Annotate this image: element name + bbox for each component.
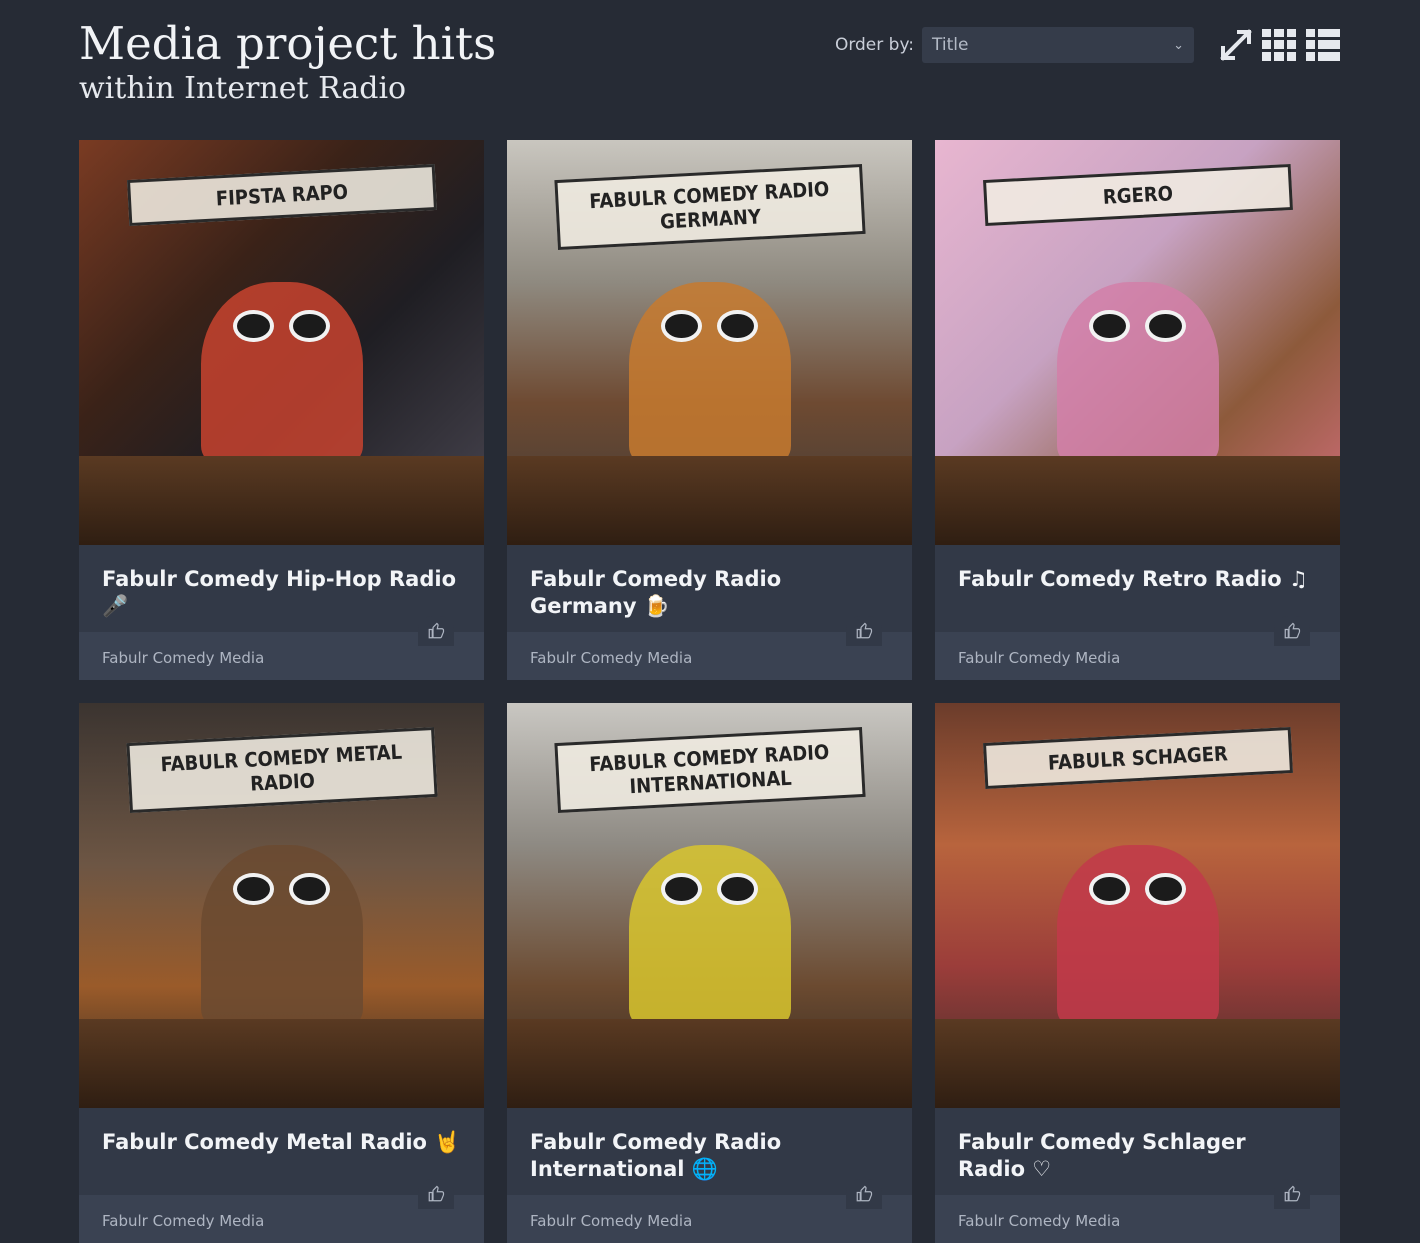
like-icon[interactable] [418, 616, 454, 646]
sunglasses-icon [660, 873, 759, 906]
thumbnail-figure [200, 281, 363, 464]
publisher-name[interactable]: Fabulr Comedy Media [102, 649, 264, 667]
project-title[interactable]: Fabulr Comedy Retro Radio ♫ [958, 566, 1318, 593]
project-title[interactable]: Fabulr Comedy Radio International 🌐 [530, 1129, 890, 1183]
desk [507, 455, 912, 545]
card-footer: Fabulr Comedy Media [507, 1179, 912, 1243]
desk [79, 455, 484, 545]
project-card[interactable]: FIPSTA RAPO Fabulr Comedy Hip-Hop Radio 🎤… [79, 140, 484, 680]
thumbnail-figure [1056, 281, 1219, 464]
order-by-label: Order by: [834, 35, 914, 55]
thumbnail-figure [628, 844, 791, 1027]
card-footer: Fabulr Comedy Media [507, 616, 912, 680]
order-by-select[interactable]: Title ⌄ [922, 27, 1194, 63]
like-icon[interactable] [1274, 616, 1310, 646]
thumbnail-figure [200, 844, 363, 1027]
project-card[interactable]: FABULR COMEDY RADIO GERMANY Fabulr Comedy… [507, 140, 912, 680]
sunglasses-icon [1088, 873, 1187, 906]
like-icon[interactable] [846, 616, 882, 646]
page-subtitle: within Internet Radio [79, 71, 407, 106]
project-thumbnail[interactable]: FABULR SCHAGER [935, 703, 1340, 1108]
list-view-icon[interactable] [1306, 29, 1340, 61]
grid-view-icon[interactable] [1262, 29, 1296, 61]
publisher-name[interactable]: Fabulr Comedy Media [958, 649, 1120, 667]
page-header: Media project hits within Internet Radio [79, 18, 496, 108]
project-thumbnail[interactable]: FIPSTA RAPO [79, 140, 484, 545]
thumbnail-banner: RGERO [982, 164, 1293, 227]
project-title[interactable]: Fabulr Comedy Radio Germany 🍺 [530, 566, 890, 620]
project-card[interactable]: FABULR COMEDY METAL RADIO Fabulr Comedy M… [79, 703, 484, 1243]
project-thumbnail[interactable]: RGERO [935, 140, 1340, 545]
project-thumbnail[interactable]: FABULR COMEDY RADIO GERMANY [507, 140, 912, 545]
sunglasses-icon [1088, 310, 1187, 343]
order-by-value: Title [932, 35, 969, 55]
project-title[interactable]: Fabulr Comedy Hip-Hop Radio 🎤 [102, 566, 462, 620]
thumbnail-banner: FABULR COMEDY METAL RADIO [125, 727, 438, 814]
project-card[interactable]: RGERO Fabulr Comedy Retro Radio ♫ Fabulr C… [935, 140, 1340, 680]
publisher-name[interactable]: Fabulr Comedy Media [102, 1212, 264, 1230]
project-thumbnail[interactable]: FABULR COMEDY RADIO INTERNATIONAL [507, 703, 912, 1108]
project-title[interactable]: Fabulr Comedy Metal Radio 🤘 [102, 1129, 462, 1156]
expand-icon[interactable] [1220, 29, 1252, 61]
page-title: Media project hits [79, 17, 497, 70]
toolbar: Order by: Title ⌄ [835, 27, 1340, 63]
thumbnail-figure [1056, 844, 1219, 1027]
desk [507, 1018, 912, 1108]
card-footer: Fabulr Comedy Media [79, 1179, 484, 1243]
card-footer: Fabulr Comedy Media [935, 1179, 1340, 1243]
desk [935, 1018, 1340, 1108]
card-footer: Fabulr Comedy Media [79, 616, 484, 680]
thumbnail-banner: FABULR SCHAGER [982, 727, 1293, 790]
publisher-name[interactable]: Fabulr Comedy Media [958, 1212, 1120, 1230]
thumbnail-figure [628, 281, 791, 464]
sunglasses-icon [232, 310, 331, 343]
card-footer: Fabulr Comedy Media [935, 616, 1340, 680]
sunglasses-icon [232, 873, 331, 906]
publisher-name[interactable]: Fabulr Comedy Media [530, 1212, 692, 1230]
thumbnail-banner: FIPSTA RAPO [126, 164, 437, 227]
project-thumbnail[interactable]: FABULR COMEDY METAL RADIO [79, 703, 484, 1108]
desk [935, 455, 1340, 545]
project-card[interactable]: FABULR COMEDY RADIO INTERNATIONAL Fabulr … [507, 703, 912, 1243]
sunglasses-icon [660, 310, 759, 343]
like-icon[interactable] [846, 1179, 882, 1209]
project-title[interactable]: Fabulr Comedy Schlager Radio ♡ [958, 1129, 1318, 1183]
project-card[interactable]: FABULR SCHAGER Fabulr Comedy Schlager Rad… [935, 703, 1340, 1243]
desk [79, 1018, 484, 1108]
thumbnail-banner: FABULR COMEDY RADIO GERMANY [553, 164, 866, 251]
thumbnail-banner: FABULR COMEDY RADIO INTERNATIONAL [553, 727, 866, 814]
like-icon[interactable] [1274, 1179, 1310, 1209]
chevron-down-icon: ⌄ [1173, 37, 1184, 53]
like-icon[interactable] [418, 1179, 454, 1209]
publisher-name[interactable]: Fabulr Comedy Media [530, 649, 692, 667]
